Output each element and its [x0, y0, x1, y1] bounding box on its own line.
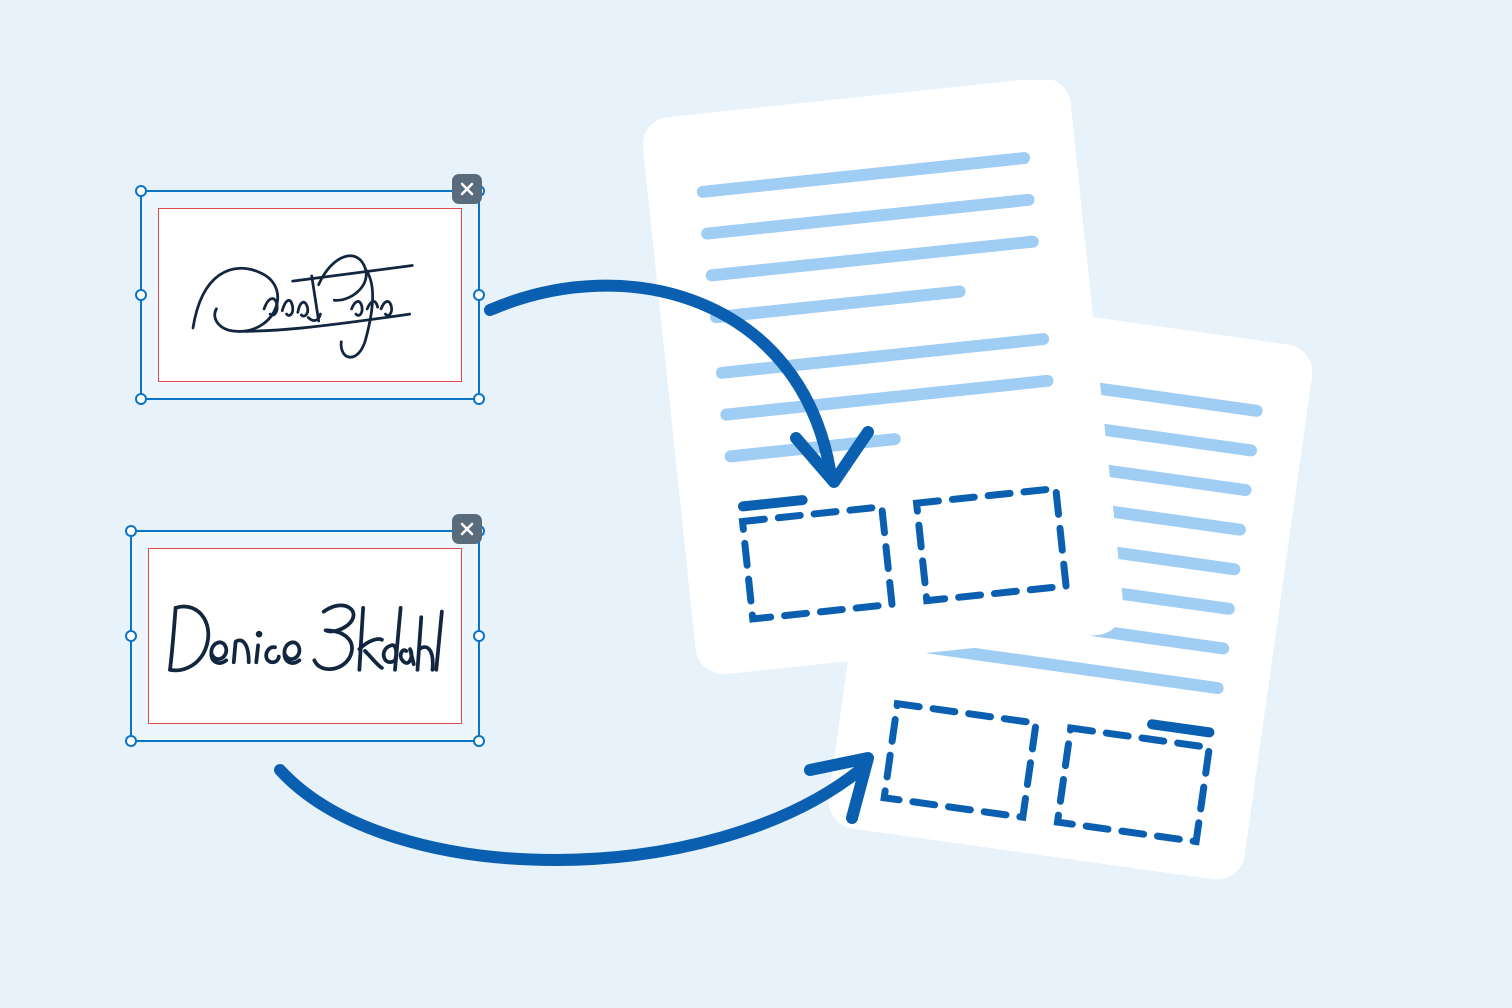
resize-handle-mid-left[interactable] — [125, 630, 137, 642]
resize-handle-bottom-left[interactable] — [125, 735, 137, 747]
resize-handle-mid-right[interactable] — [473, 289, 485, 301]
remove-signature-button[interactable] — [452, 174, 482, 204]
signature-widget-2-frame: Denice Ekdahl — [130, 530, 480, 742]
signature-widget-2[interactable]: Denice Ekdahl — [130, 530, 480, 742]
remove-signature-button[interactable] — [452, 514, 482, 544]
signature-widget-1-frame: Dunk Joruyk — [140, 190, 480, 400]
close-icon — [459, 181, 475, 197]
signature-widget-1-canvas: Dunk Joruyk — [158, 208, 462, 382]
resize-handle-mid-left[interactable] — [135, 289, 147, 301]
resize-handle-top-left[interactable] — [125, 525, 137, 537]
resize-handle-top-left[interactable] — [135, 185, 147, 197]
arrow-signature-1-to-document — [470, 240, 930, 560]
resize-handle-bottom-right[interactable] — [473, 393, 485, 405]
diagram-stage: Dunk Joruyk — [0, 0, 1512, 1008]
resize-handle-mid-right[interactable] — [473, 630, 485, 642]
signature-1-ink: Dunk Joruyk — [180, 220, 440, 370]
resize-handle-bottom-right[interactable] — [473, 735, 485, 747]
signature-2-ink: Denice Ekdahl — [155, 571, 455, 701]
signature-widget-1[interactable]: Dunk Joruyk — [140, 190, 480, 400]
resize-handle-bottom-left[interactable] — [135, 393, 147, 405]
documents-illustration — [600, 80, 1360, 960]
signature-widget-2-canvas: Denice Ekdahl — [148, 548, 462, 724]
close-icon — [459, 521, 475, 537]
